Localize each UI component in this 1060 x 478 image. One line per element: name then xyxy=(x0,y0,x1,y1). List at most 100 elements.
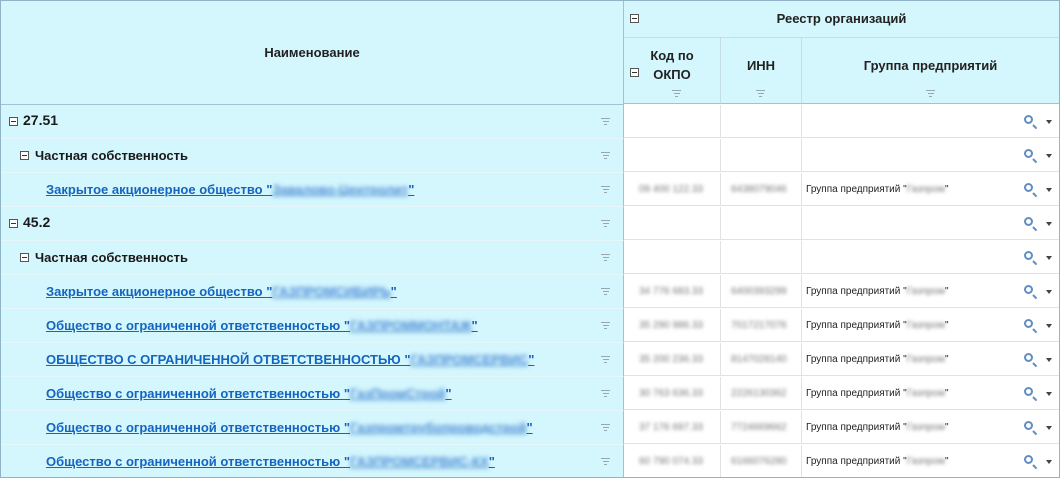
okpo-cell: 30 763 636.33 xyxy=(624,377,721,410)
organization-name-prefix: Закрытое акционерное общество " xyxy=(46,284,273,299)
collapse-row-icon[interactable] xyxy=(9,219,18,228)
dropdown-arrow-icon[interactable] xyxy=(1046,222,1052,226)
group-cell[interactable]: Группа предприятий "Газпром" xyxy=(802,377,1059,410)
organization-link[interactable]: Общество с ограниченной ответственностью… xyxy=(46,420,533,435)
table-row[interactable]: Закрытое акционерное общество "ГАЗПРОМСИ… xyxy=(1,275,1059,309)
column-header-group[interactable]: Группа предприятий xyxy=(802,38,1059,104)
group-cell[interactable] xyxy=(802,139,1059,172)
table-row[interactable]: Закрытое акционерное общество "Завалово-… xyxy=(1,173,1059,207)
group-value-suffix: " xyxy=(945,184,949,195)
group-value: Группа предприятий "Газпром" xyxy=(806,286,949,297)
okpo-cell: 35 200 236.33 xyxy=(624,343,721,376)
inn-cell: 2226130362 xyxy=(721,377,802,410)
filter-icon[interactable] xyxy=(926,90,935,97)
search-icon[interactable] xyxy=(1024,285,1033,294)
group-cell[interactable] xyxy=(802,105,1059,138)
group-value-suffix: " xyxy=(945,320,949,331)
group-cell[interactable]: Группа предприятий "Газпром" xyxy=(802,275,1059,308)
group-value-redacted: Газпром xyxy=(906,456,945,467)
table-row[interactable]: ОБЩЕСТВО С ОГРАНИЧЕННОЙ ОТВЕТСТВЕННОСТЬЮ… xyxy=(1,343,1059,377)
organization-name-prefix: Общество с ограниченной ответственностью… xyxy=(46,386,351,401)
search-icon[interactable] xyxy=(1024,149,1033,158)
organization-link[interactable]: Общество с ограниченной ответственностью… xyxy=(46,454,495,469)
okpo-cell: 60 790 074.33 xyxy=(624,445,721,477)
group-row-label: Частная собственность xyxy=(35,250,188,265)
filter-icon[interactable] xyxy=(756,90,765,97)
filter-icon[interactable] xyxy=(601,322,610,329)
organization-name-redacted: ГАЗПРОММОНТАЖ xyxy=(350,318,472,333)
collapse-row-icon[interactable] xyxy=(20,151,29,160)
organization-link[interactable]: Общество с ограниченной ответственностью… xyxy=(46,386,452,401)
table-row[interactable]: Общество с ограниченной ответственностью… xyxy=(1,411,1059,445)
filter-icon[interactable] xyxy=(601,390,610,397)
search-icon[interactable] xyxy=(1024,251,1033,260)
okpo-cell: 09 400 122.33 xyxy=(624,173,721,206)
filter-icon[interactable] xyxy=(601,424,610,431)
group-value-redacted: Газпром xyxy=(906,184,945,195)
okpo-value: 09 400 122.33 xyxy=(639,184,703,195)
group-value-suffix: " xyxy=(945,286,949,297)
organization-name-prefix: Общество с ограниченной ответственностью… xyxy=(46,318,351,333)
search-icon[interactable] xyxy=(1024,115,1033,124)
filter-icon[interactable] xyxy=(601,220,610,227)
column-header-inn[interactable]: ИНН xyxy=(721,38,802,104)
group-row[interactable]: 27.51 xyxy=(1,105,1059,139)
filter-icon[interactable] xyxy=(601,118,610,125)
group-row[interactable]: 45.2 xyxy=(1,207,1059,241)
group-cell[interactable] xyxy=(802,241,1059,274)
dropdown-arrow-icon[interactable] xyxy=(1046,460,1052,464)
organization-link[interactable]: Общество с ограниченной ответственностью… xyxy=(46,318,478,333)
search-icon[interactable] xyxy=(1024,387,1033,396)
collapse-row-icon[interactable] xyxy=(20,253,29,262)
group-value-prefix: Группа предприятий " xyxy=(806,184,907,195)
okpo-value: 34 776 683.33 xyxy=(639,286,703,297)
organization-name-redacted: Завалово-Центролит xyxy=(272,182,409,197)
organization-link[interactable]: ОБЩЕСТВО С ОГРАНИЧЕННОЙ ОТВЕТСТВЕННОСТЬЮ… xyxy=(46,352,534,367)
group-cell[interactable]: Группа предприятий "Газпром" xyxy=(802,411,1059,444)
group-cell[interactable]: Группа предприятий "Газпром" xyxy=(802,445,1059,477)
search-icon[interactable] xyxy=(1024,353,1033,362)
group-cell[interactable]: Группа предприятий "Газпром" xyxy=(802,343,1059,376)
filter-icon[interactable] xyxy=(601,152,610,159)
dropdown-arrow-icon[interactable] xyxy=(1046,188,1052,192)
dropdown-arrow-icon[interactable] xyxy=(1046,358,1052,362)
group-cell[interactable]: Группа предприятий "Газпром" xyxy=(802,173,1059,206)
filter-icon[interactable] xyxy=(601,356,610,363)
dropdown-arrow-icon[interactable] xyxy=(1046,426,1052,430)
group-value: Группа предприятий "Газпром" xyxy=(806,184,949,195)
group-cell[interactable]: Группа предприятий "Газпром" xyxy=(802,309,1059,342)
column-header-name[interactable]: Наименование xyxy=(1,1,624,105)
organization-link[interactable]: Закрытое акционерное общество "ГАЗПРОМСИ… xyxy=(46,284,397,299)
organization-link[interactable]: Закрытое акционерное общество "Завалово-… xyxy=(46,182,414,197)
group-cell[interactable] xyxy=(802,207,1059,240)
filter-icon[interactable] xyxy=(601,186,610,193)
dropdown-arrow-icon[interactable] xyxy=(1046,324,1052,328)
filter-icon[interactable] xyxy=(601,458,610,465)
search-icon[interactable] xyxy=(1024,455,1033,464)
filter-icon[interactable] xyxy=(672,90,681,97)
group-value-prefix: Группа предприятий " xyxy=(806,388,907,399)
inn-value: 2226130362 xyxy=(731,388,787,399)
column-header-okpo[interactable]: Код по ОКПО xyxy=(624,38,721,104)
filter-icon[interactable] xyxy=(601,254,610,261)
search-icon[interactable] xyxy=(1024,319,1033,328)
dropdown-arrow-icon[interactable] xyxy=(1046,154,1052,158)
group-row[interactable]: Частная собственность xyxy=(1,139,1059,173)
dropdown-arrow-icon[interactable] xyxy=(1046,120,1052,124)
search-icon[interactable] xyxy=(1024,183,1033,192)
table-row[interactable]: Общество с ограниченной ответственностью… xyxy=(1,445,1059,477)
filter-icon[interactable] xyxy=(601,288,610,295)
name-cell: Закрытое акционерное общество "Завалово-… xyxy=(1,173,624,207)
group-row[interactable]: Частная собственность xyxy=(1,241,1059,275)
table-row[interactable]: Общество с ограниченной ответственностью… xyxy=(1,377,1059,411)
dropdown-arrow-icon[interactable] xyxy=(1046,290,1052,294)
organization-name-redacted: ГазПромСтрой xyxy=(350,386,446,401)
collapse-row-icon[interactable] xyxy=(9,117,18,126)
organization-name-redacted: ГАЗПРОМСЕРВИС-КХ xyxy=(350,454,489,469)
dropdown-arrow-icon[interactable] xyxy=(1046,392,1052,396)
name-cell: Общество с ограниченной ответственностью… xyxy=(1,309,624,343)
table-row[interactable]: Общество с ограниченной ответственностью… xyxy=(1,309,1059,343)
search-icon[interactable] xyxy=(1024,217,1033,226)
dropdown-arrow-icon[interactable] xyxy=(1046,256,1052,260)
search-icon[interactable] xyxy=(1024,421,1033,430)
